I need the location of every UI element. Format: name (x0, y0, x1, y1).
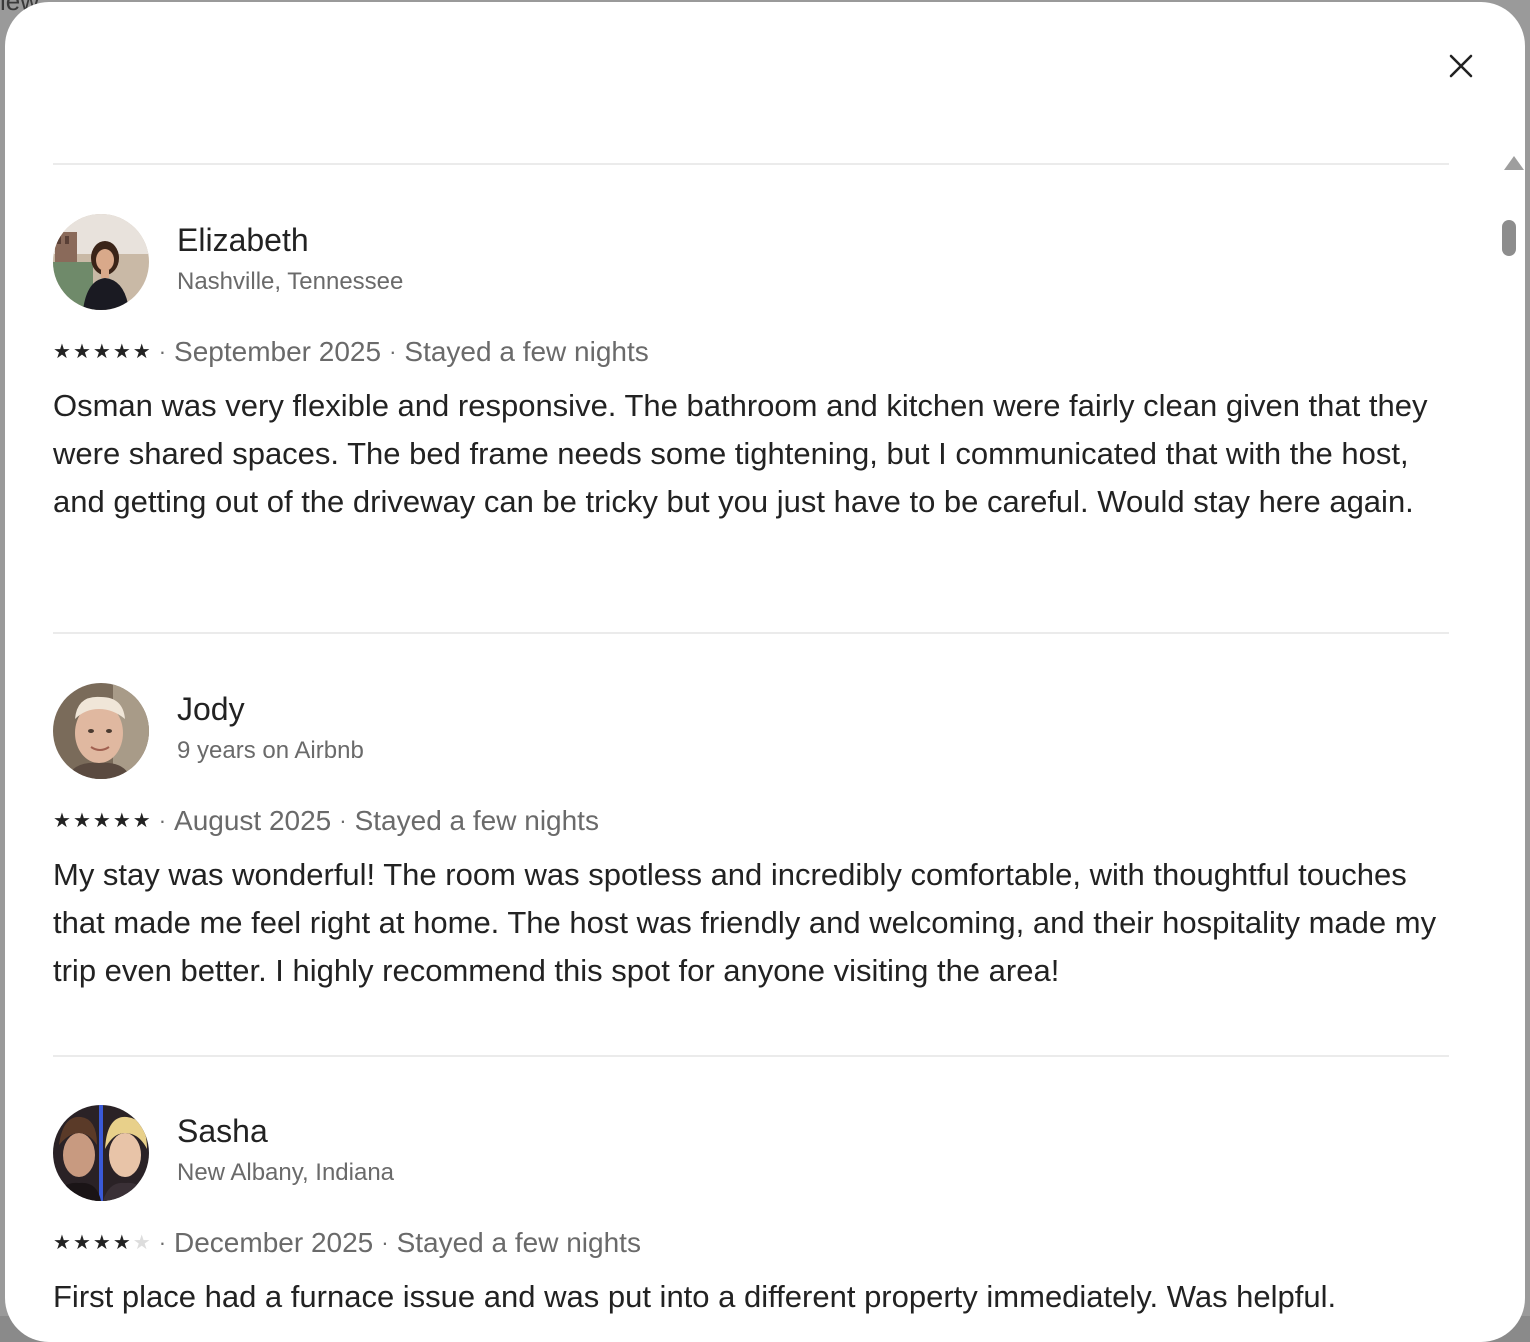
reviewer-name: Jody (177, 691, 245, 727)
reviews-modal: Elizabeth Nashville, Tennessee ★ ★ ★ ★ ★… (5, 2, 1525, 1342)
stay-length: Stayed a few nights (404, 336, 649, 367)
avatar[interactable] (53, 1105, 149, 1201)
star-icon: ★ (72, 1232, 91, 1254)
star-icon: ★ (92, 810, 111, 832)
separator-dot: · (158, 339, 167, 364)
close-button[interactable] (1437, 42, 1485, 90)
star-icon: ★ (92, 341, 111, 363)
star-icon: ★ (132, 341, 151, 363)
review-text: First place had a furnace issue and was … (53, 1279, 1337, 1314)
separator-dot: · (389, 339, 397, 364)
star-icon: ★ (53, 1232, 71, 1254)
scrollbar[interactable] (1497, 150, 1525, 1330)
review-date: August 2025 (174, 805, 332, 836)
star-icon: ★ (132, 810, 151, 832)
star-icon: ★ (112, 810, 131, 832)
star-icon: ★ (72, 810, 91, 832)
separator-dot: · (158, 1230, 167, 1255)
divider (53, 632, 1449, 634)
scroll-thumb[interactable] (1502, 220, 1516, 256)
star-rating: ★ ★ ★ ★ ★ (53, 1233, 151, 1253)
star-icon: ★ (53, 341, 71, 363)
avatar[interactable] (53, 214, 149, 310)
star-empty-icon: ★ (132, 1232, 151, 1254)
reviewer-name: Sasha (177, 1113, 268, 1149)
separator-dot: · (158, 808, 167, 833)
close-icon (1449, 54, 1473, 78)
divider (53, 163, 1449, 165)
review-date: December 2025 (174, 1227, 374, 1258)
reviewer-location: New Albany, Indiana (177, 1159, 395, 1186)
star-icon: ★ (112, 341, 131, 363)
star-rating: ★ ★ ★ ★ ★ (53, 811, 151, 831)
stay-length: Stayed a few nights (396, 1227, 641, 1258)
separator-dot: · (381, 1230, 389, 1255)
avatar[interactable] (53, 683, 149, 779)
reviewer-location: Nashville, Tennessee (177, 268, 404, 295)
review-meta: ★ ★ ★ ★ ★ · August 2025 · Stayed a few n… (53, 803, 599, 839)
star-icon: ★ (92, 1232, 111, 1254)
review-meta: ★ ★ ★ ★ ★ · September 2025 · Stayed a fe… (53, 334, 649, 370)
divider (53, 1055, 1449, 1057)
review-text: My stay was wonderful! The room was spot… (53, 857, 1437, 988)
star-icon: ★ (112, 1232, 131, 1254)
separator-dot: · (339, 808, 347, 833)
stay-length: Stayed a few nights (354, 805, 599, 836)
reviewer-tenure: 9 years on Airbnb (177, 737, 364, 764)
star-icon: ★ (72, 341, 91, 363)
star-icon: ★ (53, 810, 71, 832)
scroll-up-arrow-icon[interactable] (1504, 156, 1524, 170)
review-meta: ★ ★ ★ ★ ★ · December 2025 · Stayed a few… (53, 1225, 641, 1261)
star-rating: ★ ★ ★ ★ ★ (53, 342, 151, 362)
review-date: September 2025 (174, 336, 382, 367)
review-text: Osman was very flexible and responsive. … (53, 388, 1428, 519)
reviewer-name: Elizabeth (177, 222, 309, 258)
